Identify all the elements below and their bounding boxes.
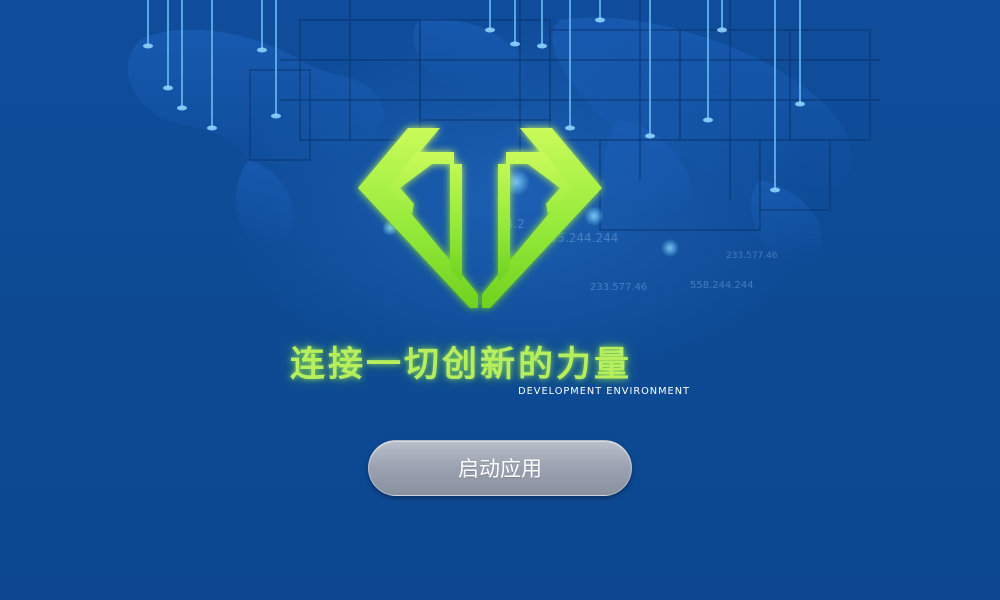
slogan-text: 连接一切创新的力量 [290,345,633,385]
subtitle-text: DEVELOPMENT ENVIRONMENT [518,386,690,397]
splash-screen: 255.244.244 24.2 233.577.46 558.244.244 … [0,0,1000,600]
decor-number: 558.244.244 [690,280,754,291]
launch-app-button[interactable]: 启动应用 [368,440,632,496]
decor-number: 233.577.46 [726,251,778,261]
diamond-t-logo-icon [358,128,602,308]
